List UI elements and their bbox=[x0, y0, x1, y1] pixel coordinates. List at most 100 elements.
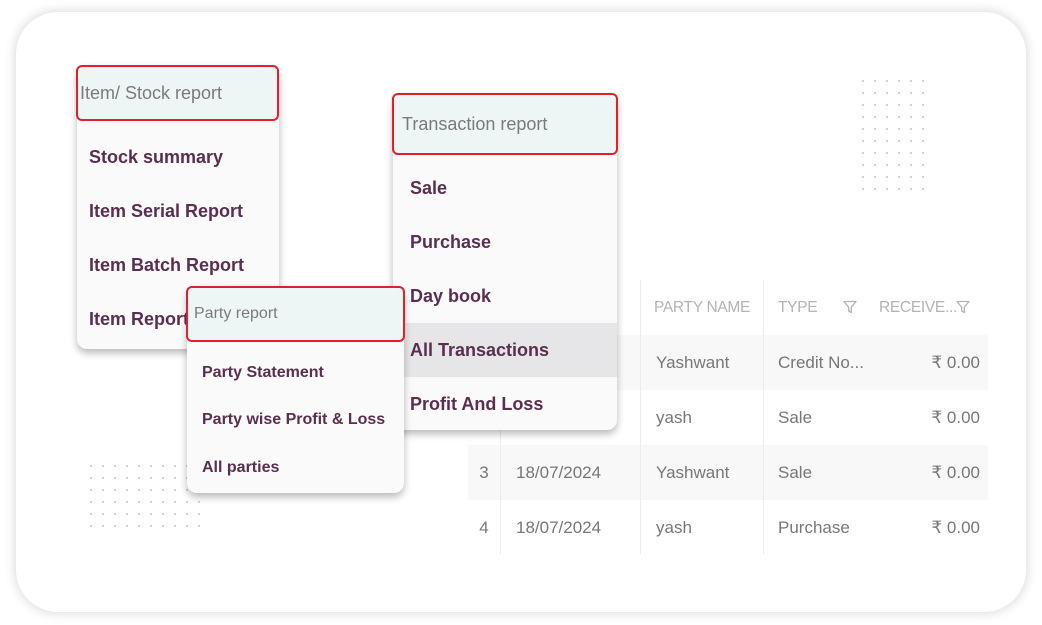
decorative-dot bbox=[886, 116, 888, 118]
decorative-dot bbox=[102, 465, 104, 467]
decorative-dot bbox=[874, 188, 876, 190]
decorative-dot bbox=[150, 465, 152, 467]
decorative-dot bbox=[162, 513, 164, 515]
decorative-dot bbox=[174, 501, 176, 503]
decorative-dot bbox=[162, 525, 164, 527]
decorative-dot bbox=[910, 188, 912, 190]
decorative-dot bbox=[910, 152, 912, 154]
menu-item-party-wise-profit-loss[interactable]: Party wise Profit & Loss bbox=[187, 405, 404, 435]
decorative-dot bbox=[910, 92, 912, 94]
decorative-dot bbox=[898, 140, 900, 142]
decorative-dot bbox=[150, 501, 152, 503]
menu-item-party-statement[interactable]: Party Statement bbox=[187, 358, 404, 388]
decorative-dot bbox=[886, 152, 888, 154]
decorative-dot bbox=[874, 140, 876, 142]
menu-item-profit-and-loss[interactable]: Profit And Loss bbox=[393, 377, 617, 431]
menu-item-all-transactions[interactable]: All Transactions bbox=[393, 323, 617, 377]
decorative-dot bbox=[102, 501, 104, 503]
menu-item-day-book[interactable]: Day book bbox=[393, 269, 617, 323]
decorative-dot bbox=[886, 80, 888, 82]
column-header-party-name[interactable]: PARTY NAME bbox=[654, 280, 750, 335]
menu-item-item-serial-report[interactable]: Item Serial Report bbox=[77, 194, 279, 229]
decorative-dot bbox=[150, 513, 152, 515]
decorative-dot bbox=[910, 128, 912, 130]
row-date: 18/07/2024 bbox=[516, 518, 602, 537]
decorative-dot bbox=[138, 501, 140, 503]
decorative-dot bbox=[162, 501, 164, 503]
decorative-dot bbox=[910, 140, 912, 142]
menu-item-stock-summary[interactable]: Stock summary bbox=[77, 140, 279, 175]
decorative-dot bbox=[874, 104, 876, 106]
decorative-dot bbox=[198, 513, 200, 515]
filter-icon[interactable] bbox=[956, 300, 970, 314]
row-type: Sale bbox=[778, 463, 813, 482]
decorative-dot bbox=[922, 80, 924, 82]
decorative-dot bbox=[114, 501, 116, 503]
decorative-dot bbox=[874, 164, 876, 166]
row-type: Sale bbox=[778, 408, 813, 427]
decorative-dot bbox=[102, 477, 104, 479]
decorative-dot bbox=[862, 176, 864, 178]
decorative-dot bbox=[898, 176, 900, 178]
row-number: 4 bbox=[479, 518, 489, 537]
transaction-report-menu: Transaction report Sale Purchase Day boo… bbox=[392, 93, 618, 431]
decorative-dot bbox=[162, 465, 164, 467]
column-header-received[interactable]: RECEIVE... bbox=[879, 280, 957, 335]
menu-item-sale[interactable]: Sale bbox=[393, 161, 617, 215]
decorative-dot bbox=[162, 477, 164, 479]
transaction-report-header[interactable]: Transaction report bbox=[392, 93, 618, 155]
item-stock-report-header[interactable]: Item/ Stock report bbox=[76, 65, 279, 121]
column-divider bbox=[640, 280, 641, 554]
menu-item-item-batch-report[interactable]: Item Batch Report bbox=[77, 248, 279, 283]
row-party-name: yash bbox=[656, 408, 692, 427]
decorative-dot bbox=[922, 128, 924, 130]
decorative-dot bbox=[862, 164, 864, 166]
menu-item-all-parties[interactable]: All parties bbox=[187, 453, 404, 483]
decorative-dot bbox=[898, 116, 900, 118]
decorative-dot bbox=[90, 513, 92, 515]
decorative-dot bbox=[198, 501, 200, 503]
decorative-dot bbox=[898, 164, 900, 166]
decorative-dot bbox=[898, 92, 900, 94]
decorative-dot bbox=[162, 489, 164, 491]
decorative-dot bbox=[862, 188, 864, 190]
decorative-dot bbox=[874, 116, 876, 118]
table-row[interactable]: 3 18/07/2024 Yashwant Sale ₹ 0.00 bbox=[468, 445, 988, 500]
decorative-dot bbox=[174, 489, 176, 491]
decorative-dot bbox=[114, 513, 116, 515]
decorative-dot bbox=[186, 525, 188, 527]
decorative-dot bbox=[90, 465, 92, 467]
column-header-type[interactable]: TYPE bbox=[778, 280, 817, 335]
row-type: Purchase bbox=[778, 518, 850, 537]
table-row[interactable]: 4 18/07/2024 yash Purchase ₹ 0.00 bbox=[468, 500, 988, 555]
decorative-dot bbox=[150, 477, 152, 479]
decorative-dot bbox=[114, 477, 116, 479]
decorative-dot bbox=[886, 92, 888, 94]
row-amount: ₹ 0.00 bbox=[931, 463, 980, 482]
decorative-dot bbox=[910, 116, 912, 118]
decorative-dot bbox=[922, 104, 924, 106]
decorative-dot bbox=[862, 140, 864, 142]
menu-item-purchase[interactable]: Purchase bbox=[393, 215, 617, 269]
row-party-name: yash bbox=[656, 518, 692, 537]
decorative-dot bbox=[138, 477, 140, 479]
decorative-dot bbox=[198, 525, 200, 527]
decorative-dot bbox=[898, 104, 900, 106]
decorative-dot bbox=[874, 80, 876, 82]
decorative-dot bbox=[174, 477, 176, 479]
decorative-dot bbox=[874, 176, 876, 178]
party-report-header[interactable]: Party report bbox=[186, 286, 405, 342]
decorative-dot bbox=[138, 489, 140, 491]
decorative-dot bbox=[874, 128, 876, 130]
party-report-menu: Party report Party Statement Party wise … bbox=[186, 286, 405, 493]
decorative-dot bbox=[874, 92, 876, 94]
decorative-dot bbox=[862, 116, 864, 118]
decorative-dot bbox=[90, 501, 92, 503]
decorative-dot bbox=[138, 513, 140, 515]
filter-icon[interactable] bbox=[843, 300, 857, 314]
decorative-dot bbox=[922, 140, 924, 142]
decorative-dot bbox=[922, 92, 924, 94]
decorative-dot bbox=[126, 525, 128, 527]
decorative-dot bbox=[150, 489, 152, 491]
decorative-dot bbox=[862, 92, 864, 94]
